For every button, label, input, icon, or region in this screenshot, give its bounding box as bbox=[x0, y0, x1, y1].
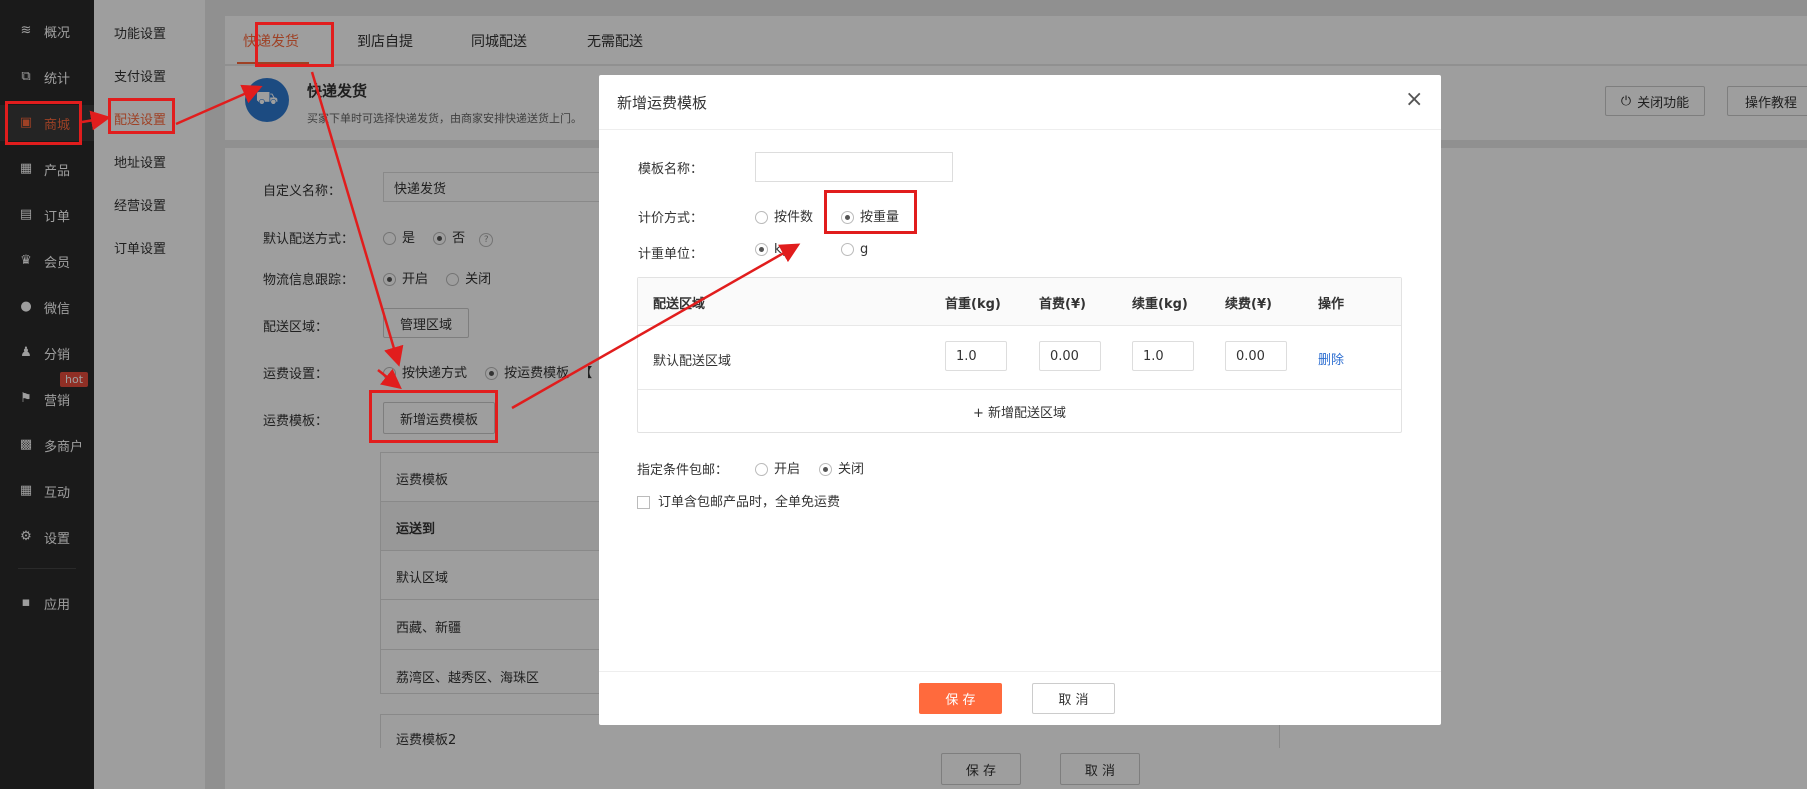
modal-cancel-button[interactable]: 取 消 bbox=[1032, 683, 1115, 714]
modal-title: 新增运费模板 bbox=[617, 94, 708, 112]
first-fee-input[interactable]: 0.00 bbox=[1039, 341, 1101, 371]
modal-header-divider bbox=[599, 129, 1441, 130]
free-on-label: 开启 bbox=[774, 462, 801, 477]
th-extra-fee: 续费(¥) bbox=[1225, 296, 1272, 312]
unit-g-option[interactable]: g bbox=[841, 242, 868, 257]
add-area-button[interactable]: + 新增配送区域 bbox=[638, 390, 1401, 433]
modal-footer-divider bbox=[599, 671, 1441, 672]
radio-unit-g[interactable] bbox=[841, 243, 854, 256]
annotation-box-by-weight bbox=[824, 190, 917, 234]
pricing-by-count[interactable]: 按件数 bbox=[755, 206, 813, 225]
modal-save-button[interactable]: 保 存 bbox=[919, 683, 1002, 714]
unit-kg-option[interactable]: kg bbox=[755, 242, 790, 257]
free-off-label: 关闭 bbox=[838, 462, 865, 477]
free-order-option[interactable]: 订单含包邮产品时，全单免运费 bbox=[637, 491, 840, 510]
free-shipping-label: 指定条件包邮： bbox=[637, 463, 729, 478]
th-extra-weight: 续重(kg) bbox=[1132, 296, 1188, 312]
free-shipping-off[interactable]: 关闭 bbox=[819, 458, 864, 477]
radio-by-count[interactable] bbox=[755, 211, 768, 224]
extra-fee-input[interactable]: 0.00 bbox=[1225, 341, 1287, 371]
th-first-fee: 首费(¥) bbox=[1039, 296, 1086, 312]
unit-kg-label: kg bbox=[774, 242, 790, 257]
pricing-method-label: 计价方式： bbox=[638, 211, 704, 226]
close-icon[interactable]: × bbox=[1405, 87, 1423, 112]
table-header-row bbox=[638, 278, 1401, 326]
weight-unit-label: 计重单位： bbox=[638, 247, 704, 262]
template-name-label: 模板名称： bbox=[638, 162, 704, 177]
extra-weight-input[interactable]: 1.0 bbox=[1132, 341, 1194, 371]
delete-link[interactable]: 删除 bbox=[1318, 349, 1344, 368]
th-first-weight: 首重(kg) bbox=[945, 296, 1001, 312]
radio-free-off[interactable] bbox=[819, 463, 832, 476]
shipping-area-table: 配送区域 首重(kg) 首费(¥) 续重(kg) 续费(¥) 操作 默认配送区域… bbox=[637, 277, 1402, 433]
annotation-box-delivery bbox=[108, 98, 175, 134]
radio-free-on[interactable] bbox=[755, 463, 768, 476]
th-area: 配送区域 bbox=[653, 296, 706, 312]
radio-unit-kg[interactable] bbox=[755, 243, 768, 256]
free-order-label: 订单含包邮产品时，全单免运费 bbox=[658, 495, 841, 510]
new-shipping-template-modal: 新增运费模板 × 模板名称： 计价方式： 按件数 按重量 计重单位： kg g … bbox=[599, 75, 1441, 725]
by-count-label: 按件数 bbox=[774, 210, 814, 225]
free-shipping-on[interactable]: 开启 bbox=[755, 458, 800, 477]
template-name-input[interactable] bbox=[755, 152, 953, 182]
annotation-box-add-template bbox=[369, 390, 498, 443]
row-area: 默认配送区域 bbox=[653, 354, 732, 369]
unit-g-label: g bbox=[860, 242, 869, 257]
annotation-box-express-tab bbox=[255, 22, 334, 67]
th-actions: 操作 bbox=[1318, 296, 1345, 312]
free-order-checkbox[interactable] bbox=[637, 496, 650, 509]
annotation-box-shop bbox=[5, 101, 82, 145]
first-weight-input[interactable]: 1.0 bbox=[945, 341, 1007, 371]
